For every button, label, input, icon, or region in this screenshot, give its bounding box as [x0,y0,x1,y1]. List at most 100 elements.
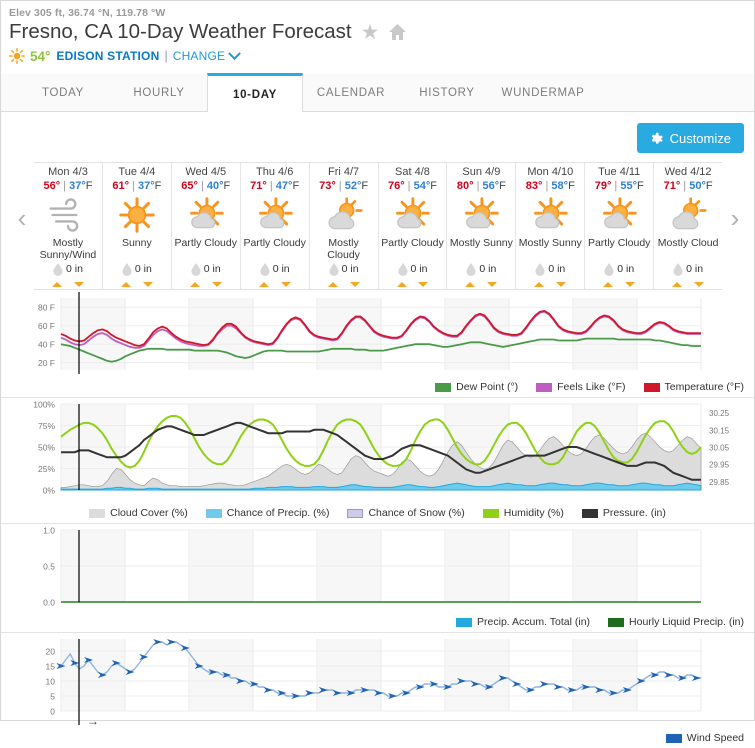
low-temp: 37° [69,180,86,192]
legend-item[interactable]: Feels Like (°F) [536,381,626,393]
legend-item[interactable]: Wind Speed [665,732,744,744]
forecast-day-card[interactable]: Thu 4/6 71° | 47°F Partly Cloudy 0 in [241,163,310,289]
next-days-arrow[interactable]: › [726,204,744,232]
legend-item[interactable]: Cloud Cover (%) [89,507,188,519]
day-condition: Mostly Sunny [518,237,582,249]
day-condition: Partly Cloudy [174,237,237,249]
water-drop-icon [673,263,683,276]
sun-cloud-icon [393,195,431,235]
tab-history[interactable]: HISTORY [399,74,495,112]
high-temp: 71° [250,180,267,192]
legend-label: Hourly Liquid Precip. (in) [629,616,744,628]
water-drop-icon [329,263,339,276]
home-icon[interactable] [388,23,407,41]
tab-10-day[interactable]: 10-DAY [207,73,303,113]
station-row: 54° EDISON STATION | CHANGE [1,44,754,64]
elevation-coordinates: Elev 305 ft, 36.74 °N, 119.78 °W [9,7,166,19]
page-title: Fresno, CA 10-Day Weather Forecast [9,20,352,43]
day-temperatures: 65° | 40°F [181,180,231,192]
forecast-day-card[interactable]: Wed 4/5 65° | 40°F Partly Cloudy 0 in [172,163,241,289]
high-temp: 71° [663,180,681,192]
cloud-sun-icon [325,195,363,235]
legend-item[interactable]: Humidity (%) [482,507,564,519]
day-condition: Mostly Cloud [657,237,719,249]
sunrise-icon [51,282,62,287]
svg-text:29.85: 29.85 [709,478,730,487]
legend-swatch [435,382,452,392]
day-temperatures: 61° | 37°F [112,180,162,192]
wind-chart-svg: 0 5 10 15 20 → [46,639,702,728]
day-temperatures: 79° | 55°F [594,180,644,192]
legend-item[interactable]: Hourly Liquid Precip. (in) [608,616,744,628]
legend-item[interactable]: Dew Point (°) [435,381,518,393]
change-station-link[interactable]: CHANGE [173,49,226,63]
low-temp: 56° [482,180,500,192]
high-temp: 79° [594,180,612,192]
forecast-day-card[interactable]: Fri 4/7 73° | 52°F Mostly Cloudy 0 in [310,163,379,289]
temperature-chart-svg: 20 F 40 F 60 F 80 F [38,292,702,374]
station-name[interactable]: EDISON STATION [56,49,159,63]
high-temp: 80° [456,180,474,192]
star-icon[interactable]: ★ [361,22,380,43]
legend-swatch [456,617,473,627]
sun-cloud-icon [256,195,294,235]
sun-icon [119,195,155,235]
legend-swatch [665,733,682,743]
day-precipitation: 0 in [122,263,152,276]
customize-button[interactable]: Customize [636,123,744,153]
temperature-chart: 20 F 40 F 60 F 80 F Dew Point (°) Feels Like… [1,292,754,397]
legend-item[interactable]: Pressure. (in) [581,507,666,519]
water-drop-icon [535,263,545,276]
legend-item[interactable]: Precip. Accum. Total (in) [456,616,590,628]
day-precipitation: 0 in [260,263,290,276]
water-drop-icon [191,263,201,276]
high-temp: 73° [319,180,336,192]
high-temp: 61° [112,180,129,192]
forecast-day-card[interactable]: Tue 4/4 61° | 37°F Sunny 0 in [103,163,172,289]
prev-days-arrow[interactable]: ‹ [13,204,31,232]
water-drop-icon [53,263,63,276]
day-temperatures: 56° | 37°F [43,180,93,192]
tab-today[interactable]: TODAY [15,74,111,112]
precip-amount: 0 in [272,263,290,275]
water-drop-icon [122,263,132,276]
wind-icon [47,195,89,235]
temperature-chart-legend: Dew Point (°) Feels Like (°F) Temperature … [1,377,754,397]
legend-item[interactable]: Chance of Snow (%) [347,507,465,519]
tab-wundermap[interactable]: WUNDERMAP [495,74,591,112]
forecast-day-card[interactable]: Wed 4/12 71° | 50°F Mostly Cloud 0 in [654,163,722,289]
svg-text:20: 20 [46,647,56,657]
legend-item[interactable]: Chance of Precip. (%) [205,507,329,519]
svg-text:0.5: 0.5 [43,562,55,572]
toolbar: Customize [1,112,754,162]
forecast-day-card[interactable]: Sat 4/8 76° | 54°F Partly Cloudy 0 in [379,163,448,289]
tab-hourly[interactable]: HOURLY [111,74,207,112]
humidity-pressure-chart-svg: 0% 25% 50% 75% 100% 29.85 29.95 30.05 30.15 30.25 [33,400,730,496]
day-condition: Partly Cloudy [587,237,651,249]
day-precipitation: 0 in [466,263,496,276]
high-temp: 76° [387,180,405,192]
svg-text:0: 0 [50,707,55,717]
chevron-down-icon[interactable] [228,46,242,60]
svg-text:80 F: 80 F [38,303,55,313]
forecast-day-card[interactable]: Sun 4/9 80° | 56°F Mostly Sunny 0 in [447,163,517,289]
svg-text:0%: 0% [43,486,56,496]
sun-cloud-icon [600,195,638,235]
separator: | [164,49,168,63]
sunrise-sunset-markers [516,282,584,287]
day-precipitation: 0 in [329,263,359,276]
wind-chart-legend: Wind Speed [1,728,754,748]
day-condition: Partly Cloudy [381,237,444,249]
day-name: Sun 4/9 [462,166,501,178]
forecast-day-card[interactable]: Mon 4/10 83° | 58°F Mostly Sunny 0 in [516,163,586,289]
day-temperatures: 80° | 56°F [456,180,506,192]
forecast-day-card[interactable]: Tue 4/11 79° | 55°F Partly Cloudy 0 in [585,163,655,289]
legend-item[interactable]: Temperature (°F) [643,381,744,393]
precip-amount: 0 in [341,263,359,275]
sunset-icon [487,282,498,287]
tab-calendar[interactable]: CALENDAR [303,74,399,112]
sun-cloud-icon [462,195,500,235]
water-drop-icon [604,263,614,276]
forecast-day-card[interactable]: Mon 4/3 56° | 37°F Mostly Sunny/Wind 0 in [34,163,103,289]
day-name: Thu 4/6 [256,166,294,178]
